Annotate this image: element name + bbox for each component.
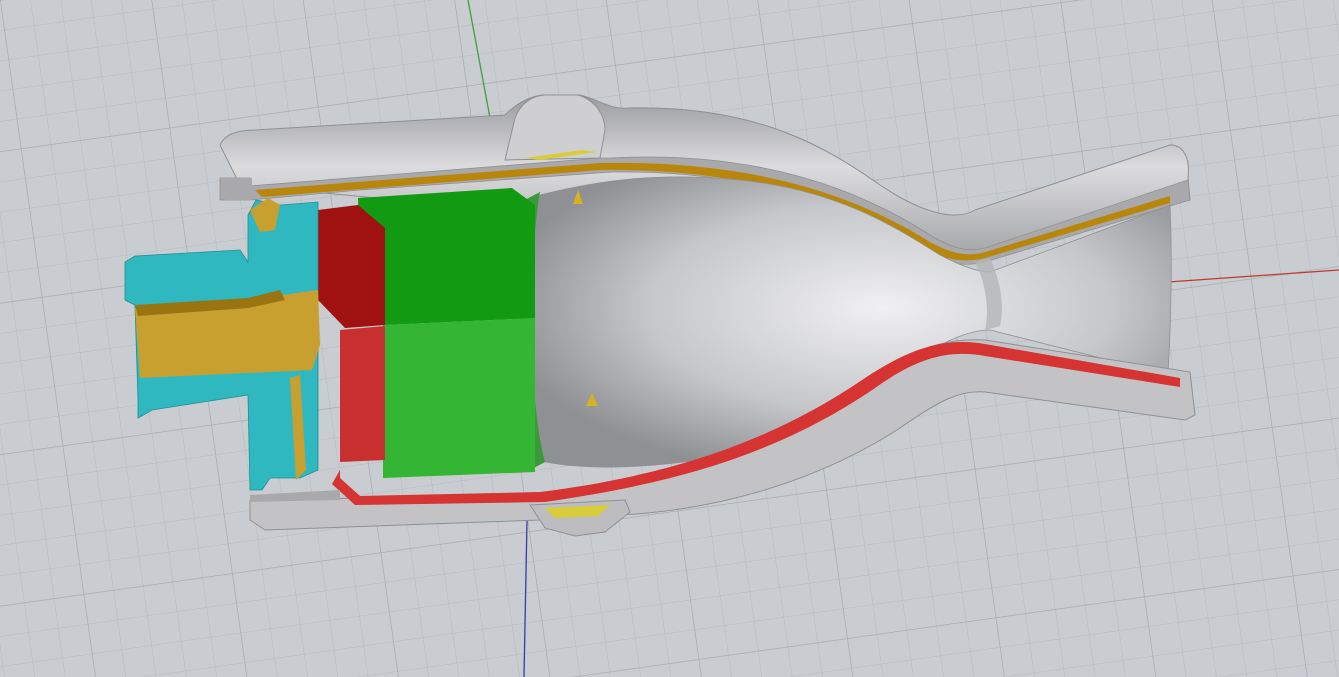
cad-3d-viewport[interactable] [0,0,1339,677]
seal-ring-upper [318,205,385,328]
shell-cut-inlet [220,178,252,200]
chamber-block-lower [383,318,535,478]
model-canvas[interactable] [0,0,1339,677]
seal-ring-lower [340,326,385,462]
